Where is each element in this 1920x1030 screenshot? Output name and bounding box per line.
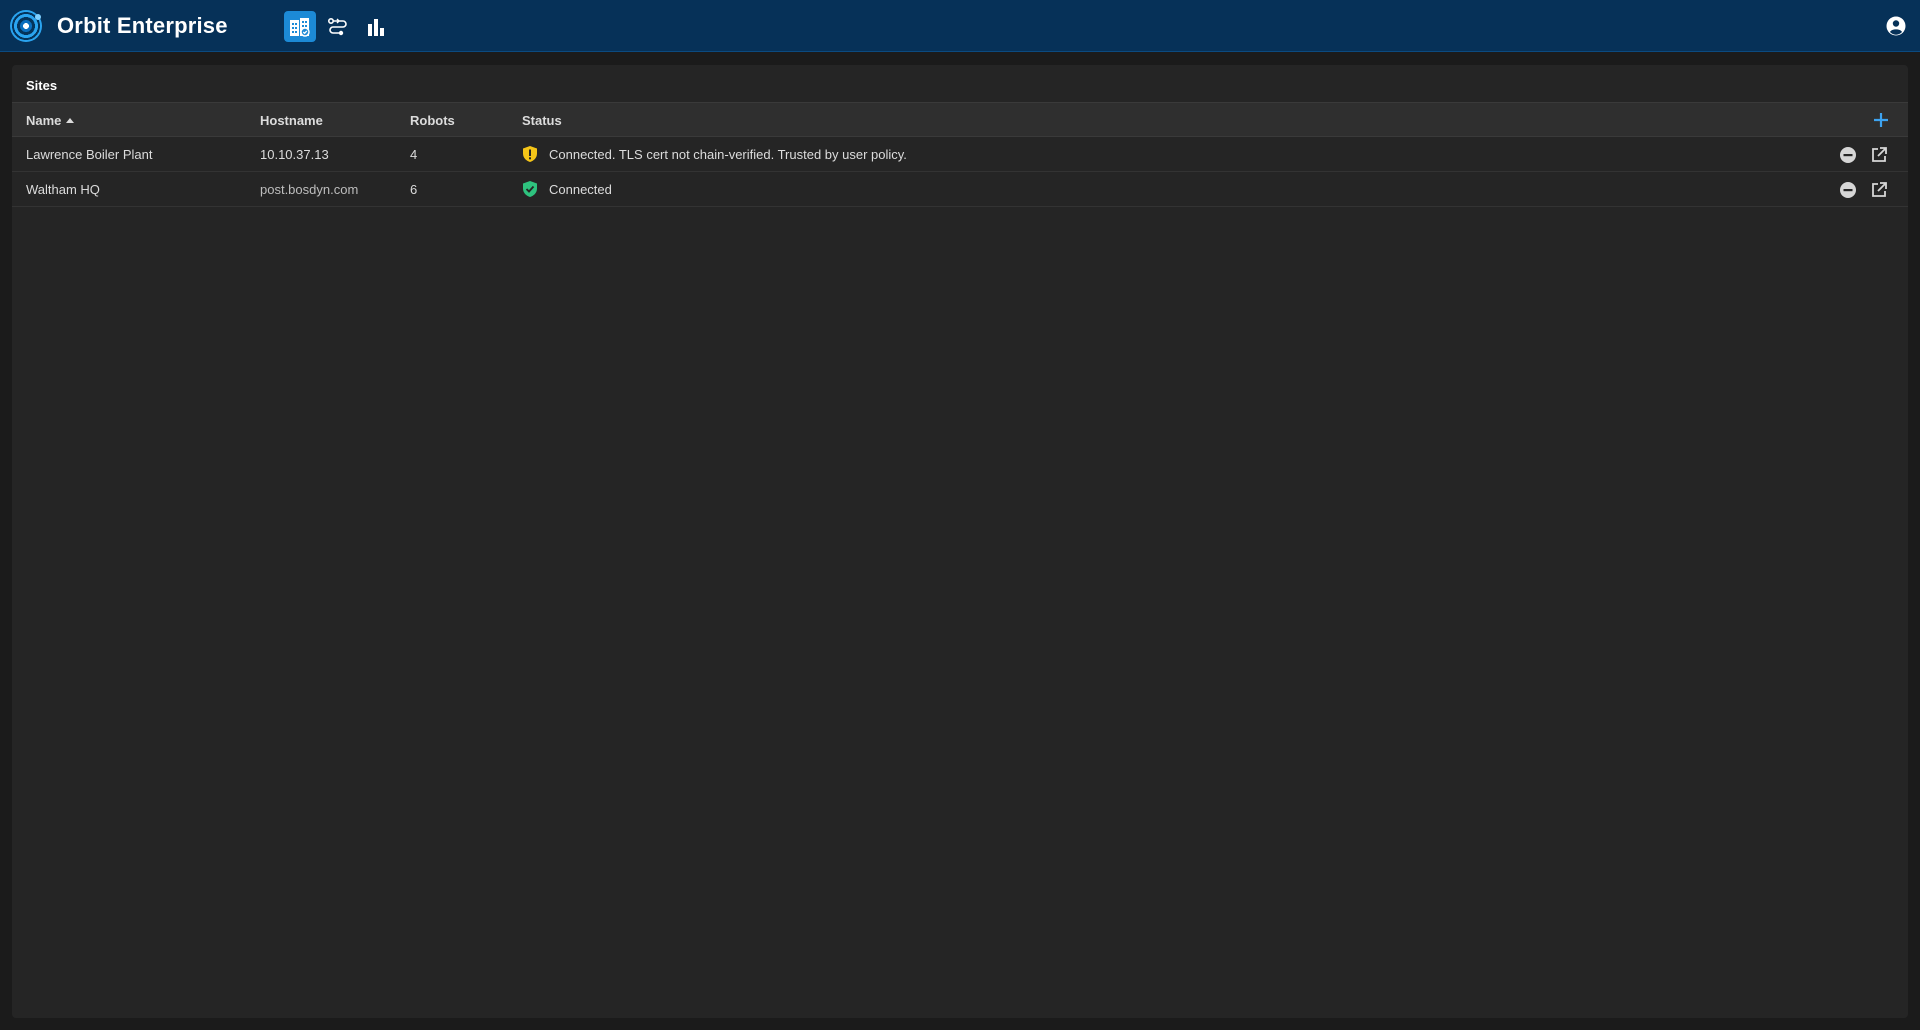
sort-ascending-icon: [66, 118, 75, 123]
table-row[interactable]: Waltham HQ post.bosdyn.com 6 Connected: [12, 172, 1908, 207]
account-icon[interactable]: [1886, 16, 1906, 36]
nav-sites-button[interactable]: [284, 11, 316, 42]
shield-warning-icon: [523, 146, 537, 162]
site-status-text: Connected: [549, 181, 612, 197]
column-hostname-label: Hostname: [260, 113, 323, 128]
top-bar: Orbit Enterprise: [0, 0, 1920, 52]
site-status-text: Connected. TLS cert not chain-verified. …: [549, 146, 907, 162]
nav-routes-button[interactable]: [322, 11, 354, 42]
routes-icon: [327, 17, 347, 35]
site-hostname: post.bosdyn.com: [260, 182, 359, 197]
sites-panel: Sites Name Hostname Robots Status Lawren…: [12, 65, 1908, 1018]
remove-site-button[interactable]: [1839, 181, 1857, 199]
column-robots-label: Robots: [410, 113, 455, 128]
nav-statistics-button[interactable]: [360, 11, 392, 42]
column-header-hostname[interactable]: Hostname: [260, 113, 323, 128]
site-status: Connected. TLS cert not chain-verified. …: [522, 145, 907, 163]
table-header: Name Hostname Robots Status: [12, 102, 1908, 137]
remove-site-button[interactable]: [1839, 146, 1857, 164]
open-external-icon[interactable]: [1870, 146, 1888, 164]
sites-icon: [290, 17, 310, 37]
column-header-robots[interactable]: Robots: [410, 113, 455, 128]
site-name: Waltham HQ: [26, 182, 100, 197]
column-header-status[interactable]: Status: [522, 113, 562, 128]
table-row[interactable]: Lawrence Boiler Plant 10.10.37.13 4 Conn…: [12, 137, 1908, 172]
shield-check-icon: [523, 181, 537, 197]
site-robot-count: 6: [410, 182, 418, 197]
column-name-label: Name: [26, 113, 62, 128]
app-title: Orbit Enterprise: [57, 13, 228, 38]
panel-title: Sites: [26, 78, 58, 93]
site-status: Connected: [522, 180, 612, 198]
column-status-label: Status: [522, 113, 562, 128]
site-hostname: 10.10.37.13: [260, 147, 329, 162]
bar-chart-icon: [368, 18, 384, 36]
column-header-name[interactable]: Name: [26, 113, 75, 128]
site-name: Lawrence Boiler Plant: [26, 147, 153, 162]
open-external-icon[interactable]: [1870, 181, 1888, 199]
site-robot-count: 4: [410, 147, 418, 162]
add-site-button[interactable]: [1872, 111, 1890, 129]
orbit-logo-icon[interactable]: [10, 10, 42, 42]
